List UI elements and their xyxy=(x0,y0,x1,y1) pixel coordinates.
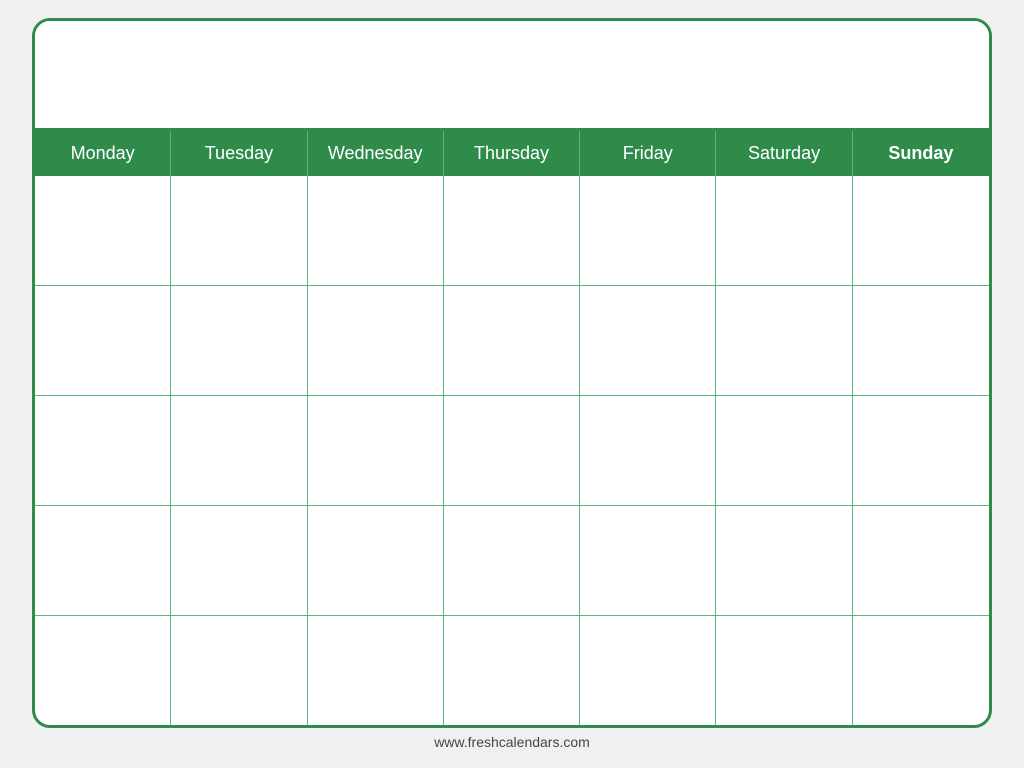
cell-5-1[interactable] xyxy=(35,616,171,725)
cell-3-2[interactable] xyxy=(171,396,307,505)
cell-2-1[interactable] xyxy=(35,286,171,395)
cell-3-1[interactable] xyxy=(35,396,171,505)
calendar-wrapper: Monday Tuesday Wednesday Thursday Friday… xyxy=(32,18,992,750)
cell-3-3[interactable] xyxy=(308,396,444,505)
cell-5-7[interactable] xyxy=(853,616,989,725)
cell-3-6[interactable] xyxy=(716,396,852,505)
cell-2-6[interactable] xyxy=(716,286,852,395)
day-header-tuesday: Tuesday xyxy=(171,131,307,176)
cell-2-5[interactable] xyxy=(580,286,716,395)
cell-2-2[interactable] xyxy=(171,286,307,395)
cell-1-6[interactable] xyxy=(716,176,852,285)
cell-2-4[interactable] xyxy=(444,286,580,395)
cell-4-1[interactable] xyxy=(35,506,171,615)
cell-2-3[interactable] xyxy=(308,286,444,395)
calendar-row-2 xyxy=(35,286,989,396)
cell-1-1[interactable] xyxy=(35,176,171,285)
day-header-wednesday: Wednesday xyxy=(308,131,444,176)
day-header-thursday: Thursday xyxy=(444,131,580,176)
cell-5-2[interactable] xyxy=(171,616,307,725)
cell-4-7[interactable] xyxy=(853,506,989,615)
cell-3-5[interactable] xyxy=(580,396,716,505)
calendar-row-5 xyxy=(35,616,989,725)
day-header-friday: Friday xyxy=(580,131,716,176)
cell-2-7[interactable] xyxy=(853,286,989,395)
day-header-saturday: Saturday xyxy=(716,131,852,176)
footer: www.freshcalendars.com xyxy=(434,734,590,750)
calendar-row-4 xyxy=(35,506,989,616)
cell-1-4[interactable] xyxy=(444,176,580,285)
cell-5-6[interactable] xyxy=(716,616,852,725)
cell-5-4[interactable] xyxy=(444,616,580,725)
day-header-monday: Monday xyxy=(35,131,171,176)
footer-url: www.freshcalendars.com xyxy=(434,734,590,750)
cell-4-2[interactable] xyxy=(171,506,307,615)
cell-3-4[interactable] xyxy=(444,396,580,505)
day-header-sunday: Sunday xyxy=(853,131,989,176)
calendar-row-3 xyxy=(35,396,989,506)
cell-4-4[interactable] xyxy=(444,506,580,615)
cell-4-5[interactable] xyxy=(580,506,716,615)
cell-5-5[interactable] xyxy=(580,616,716,725)
cell-5-3[interactable] xyxy=(308,616,444,725)
cell-4-6[interactable] xyxy=(716,506,852,615)
calendar-rows xyxy=(35,176,989,725)
calendar-title-area xyxy=(35,21,989,131)
day-headers: Monday Tuesday Wednesday Thursday Friday… xyxy=(35,131,989,176)
cell-3-7[interactable] xyxy=(853,396,989,505)
cell-1-2[interactable] xyxy=(171,176,307,285)
cell-1-7[interactable] xyxy=(853,176,989,285)
cell-1-3[interactable] xyxy=(308,176,444,285)
calendar-row-1 xyxy=(35,176,989,286)
cell-4-3[interactable] xyxy=(308,506,444,615)
calendar-container: Monday Tuesday Wednesday Thursday Friday… xyxy=(32,18,992,728)
calendar-grid: Monday Tuesday Wednesday Thursday Friday… xyxy=(35,131,989,725)
cell-1-5[interactable] xyxy=(580,176,716,285)
